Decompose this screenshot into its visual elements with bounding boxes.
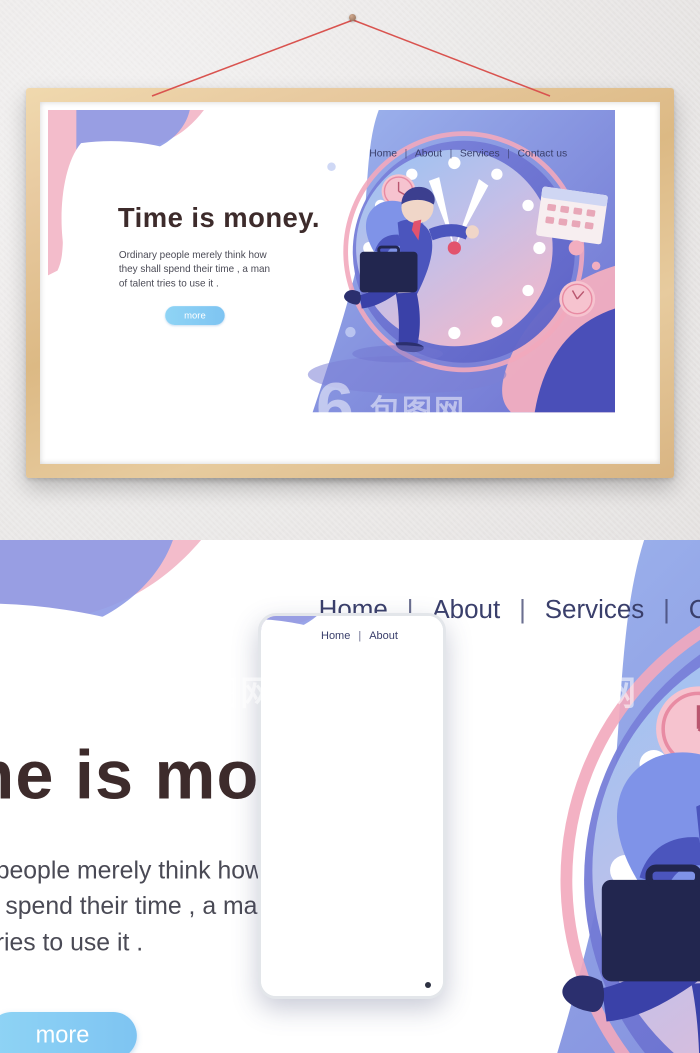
zoom-nav-item-contact[interactable]: Contac [689,594,700,625]
phone-artwork [261,616,443,918]
phone-mockup: Home | About [258,613,446,999]
nav-separator: | [404,146,408,159]
picture-frame: Home | About | Services | Contact us Tim… [26,88,674,478]
phone-nav-separator: | [358,630,362,642]
phone-nav-item-about[interactable]: About [369,630,398,642]
nav-separator: | [507,146,510,159]
framed-artwork: Home | About | Services | Contact us Tim… [48,110,652,456]
frame-mat: Home | About | Services | Contact us Tim… [40,102,660,464]
zoom-nav-item-services[interactable]: Services [545,594,645,625]
banner-paragraph: Ordinary people merely think how they sh… [118,249,271,290]
zoom-nav-separator: | [663,594,670,624]
zoomed-more-button[interactable]: more [0,1012,137,1053]
nav-separator: | [449,146,453,159]
zoomed-banner-paragraph: Ordinary people merely think how they sh… [0,857,272,957]
more-button[interactable]: more [165,306,225,325]
wall-nail [349,14,356,21]
nav-item-about[interactable]: About [415,147,442,159]
nav-item-services[interactable]: Services [460,147,500,159]
phone-nav[interactable]: Home | About [321,630,398,642]
zoom-nav-separator: | [519,594,526,624]
banner-headline: Time is money. [117,202,321,234]
phone-camera-dot [425,982,431,988]
phone-screen: Home | About [261,616,443,996]
banner-nav[interactable]: Home | About | Services | Contact us [369,147,567,159]
zoomed-banner-section: Home | About | Services | Contac Time is… [0,540,700,1053]
nav-item-home[interactable]: Home [369,147,397,159]
nav-item-contact-us[interactable]: Contact us [518,147,568,159]
phone-nav-item-home[interactable]: Home [321,630,350,642]
